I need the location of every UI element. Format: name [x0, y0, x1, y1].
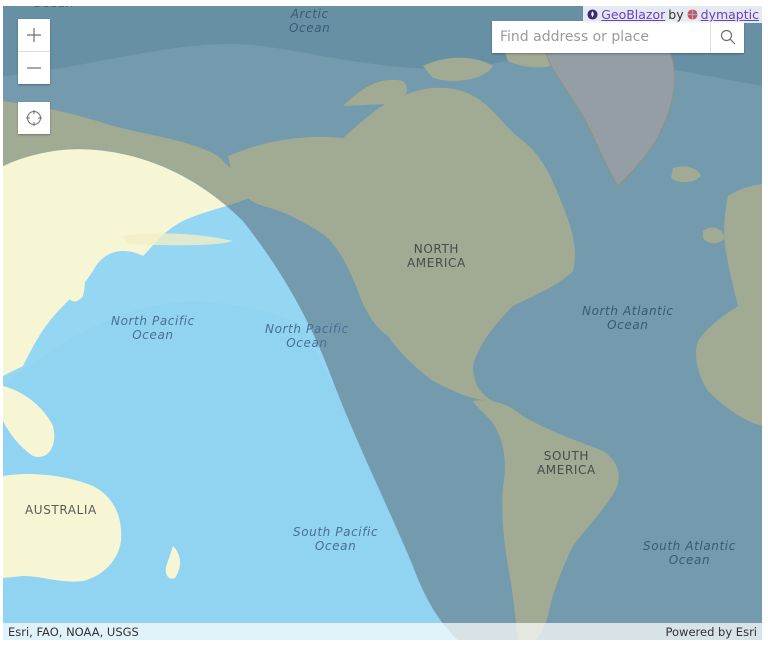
search-input[interactable]: [492, 21, 710, 53]
search-widget: [492, 21, 744, 53]
crosshair-icon: [26, 110, 42, 126]
basemap: [3, 6, 762, 640]
map-view[interactable]: Ocean Arctic Ocean NORTH AMERICA North P…: [3, 6, 762, 640]
plus-icon: [27, 28, 41, 42]
attribution-sources[interactable]: Esri, FAO, NOAA, USGS: [8, 625, 139, 639]
dymaptic-link[interactable]: dymaptic: [701, 7, 759, 22]
geoblazor-logo-icon: [587, 9, 598, 20]
zoom-controls: [18, 19, 50, 84]
search-button[interactable]: [710, 21, 744, 53]
zoom-out-button[interactable]: [18, 51, 50, 84]
geoblazor-badge: GeoBlazor by dymaptic: [583, 6, 762, 23]
powered-by-esri[interactable]: Powered by Esri: [666, 625, 758, 639]
minus-icon: [27, 67, 41, 69]
locate-button[interactable]: [18, 102, 50, 134]
badge-by-text: by: [668, 7, 684, 22]
attribution-bar: Esri, FAO, NOAA, USGS Powered by Esri: [3, 623, 762, 640]
geoblazor-link[interactable]: GeoBlazor: [601, 7, 665, 22]
zoom-in-button[interactable]: [18, 19, 50, 51]
search-icon: [720, 29, 735, 45]
dymaptic-logo-icon: [687, 9, 698, 20]
